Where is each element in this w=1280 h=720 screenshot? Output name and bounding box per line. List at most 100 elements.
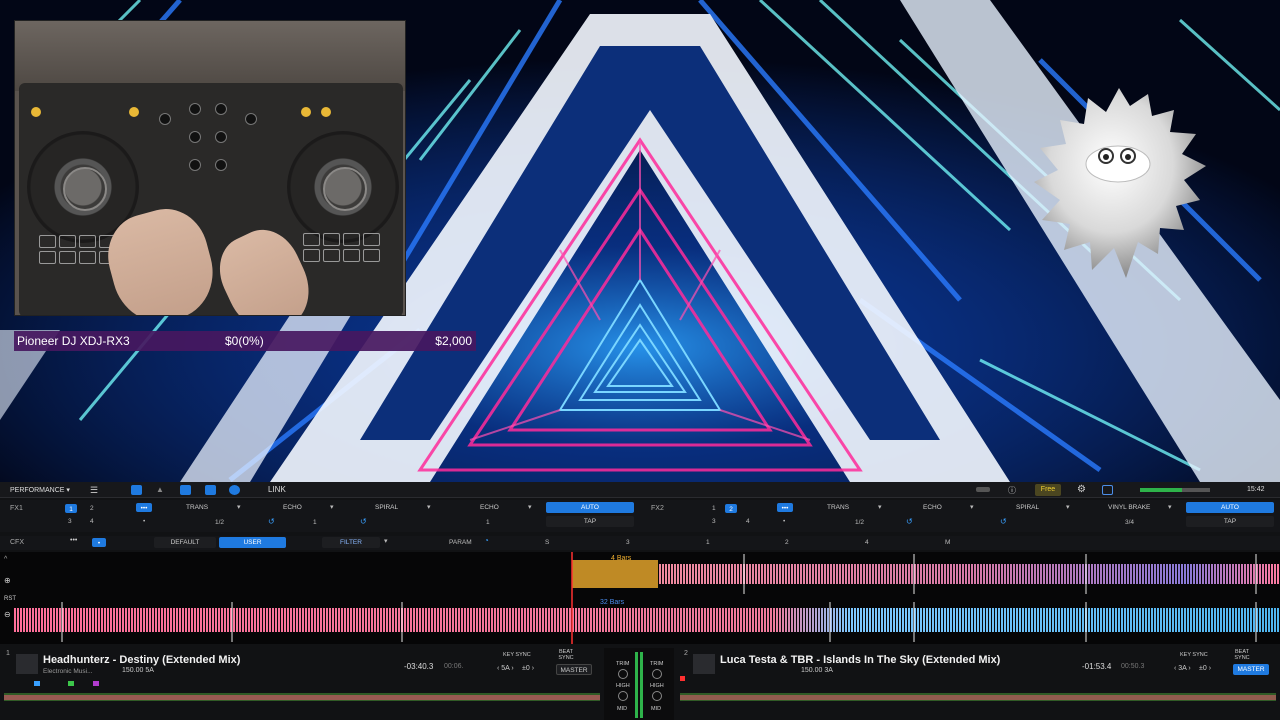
fx1-knob-icon[interactable]: ↺ <box>360 517 367 526</box>
fx1-more-button[interactable]: ••• <box>136 503 152 512</box>
cue-marker-4: 4 <box>865 539 869 546</box>
mixer-view-icon[interactable] <box>205 485 216 495</box>
zoom-in-icon[interactable]: ⊕ <box>4 576 11 585</box>
fx1-knob-icon[interactable]: ↺ <box>268 517 275 526</box>
chevron-down-icon[interactable]: ▾ <box>970 503 974 511</box>
fx2-slot-3[interactable]: SPIRAL <box>1016 504 1039 511</box>
cfx-row: CFX ••• • DEFAULT USER FILTER ▾ PARAM ◔ … <box>0 536 1280 550</box>
channel-1-level-meter <box>635 652 638 718</box>
fx2-beat-effect[interactable]: VINYL BRAKE <box>1108 504 1150 511</box>
fx2-label: FX2 <box>651 505 664 512</box>
deck2-key-value[interactable]: ‹ 3A › <box>1174 665 1191 672</box>
fx1-beat-value[interactable]: 1/2 <box>215 519 224 526</box>
deck2-key-shift[interactable]: ±0 › <box>1199 665 1211 672</box>
deck1-hotcue-b[interactable] <box>68 681 74 686</box>
fx1-slot-2[interactable]: ECHO <box>283 504 302 511</box>
deck1-key-shift[interactable]: ±0 › <box>522 665 534 672</box>
fx2-tap-button[interactable]: TAP <box>1186 516 1274 527</box>
fx1-deck-4[interactable]: 4 <box>90 518 94 525</box>
deck2-master-button[interactable]: MASTER <box>1233 664 1269 675</box>
fx1-slot-3[interactable]: SPIRAL <box>375 504 398 511</box>
fx2-deck-1[interactable]: 1 <box>712 505 716 512</box>
fx2-deck-4[interactable]: 4 <box>746 518 750 525</box>
fx2-beat-value[interactable]: 1/2 <box>855 519 864 526</box>
fx2-deck-2[interactable]: 2 <box>725 504 737 513</box>
deck1-overview-waveform[interactable] <box>4 688 600 702</box>
plan-badge[interactable]: Free <box>1035 484 1061 496</box>
deck1-key-sync-button[interactable]: KEY SYNC <box>503 652 531 658</box>
cfx-toggle[interactable]: • <box>92 538 106 547</box>
link-button[interactable]: LINK <box>268 485 286 494</box>
fx2-deck-3[interactable]: 3 <box>712 518 716 525</box>
fx1-echo-value[interactable]: 1 <box>486 519 490 526</box>
deck2-key-sync-button[interactable]: KEY SYNC <box>1180 652 1208 658</box>
cfx-user-button[interactable]: USER <box>219 537 286 548</box>
donation-goal: $2,000 <box>435 334 472 348</box>
deck1-key-value[interactable]: ‹ 5A › <box>497 665 514 672</box>
high-2-knob[interactable] <box>652 691 662 701</box>
fx1-deck-3[interactable]: 3 <box>68 518 72 525</box>
collapse-icon[interactable]: ^ <box>4 556 7 563</box>
cue-marker-1: 1 <box>706 539 710 546</box>
fx2-knob-icon[interactable]: ↺ <box>906 517 913 526</box>
fx1-deck-2[interactable]: 2 <box>90 505 94 512</box>
cue-marker-3: 3 <box>626 539 630 546</box>
fx2-slot-1[interactable]: TRANS <box>827 504 849 511</box>
mode-select[interactable]: PERFORMANCE ▾ <box>10 486 70 494</box>
fx1-deck-1[interactable]: 1 <box>65 504 77 513</box>
fx1-slot-2-label: ECHO <box>283 504 302 511</box>
chevron-down-icon[interactable]: ▾ <box>878 503 882 511</box>
layout-icon[interactable] <box>131 485 142 495</box>
deck1-hotcue-c[interactable] <box>93 681 99 686</box>
settings-gear-icon[interactable]: ⚙ <box>1077 484 1086 495</box>
chevron-down-icon[interactable]: ▾ <box>384 537 388 545</box>
deck2-overview-waveform[interactable] <box>680 688 1276 702</box>
deck-info-row: 1 Headhunterz - Destiny (Extended Mix) E… <box>0 648 1280 720</box>
fx1-tap-button[interactable]: TAP <box>546 516 634 527</box>
deck1-hotcue-a[interactable] <box>34 681 40 686</box>
deck2-number: 2 <box>684 650 688 657</box>
fx1-beat-effect[interactable]: ECHO <box>480 504 499 511</box>
cfx-default-button[interactable]: DEFAULT <box>154 537 216 548</box>
menu-icon[interactable]: ☰ <box>90 485 98 496</box>
fx1-auto-button[interactable]: AUTO <box>546 502 634 513</box>
fx1-knob-value[interactable]: 1 <box>313 519 317 526</box>
deck2-beat-sync-button[interactable]: BEAT SYNC <box>1233 649 1251 661</box>
cue-marker-2: 2 <box>785 539 789 546</box>
fx2-more-button[interactable]: ••• <box>777 503 793 512</box>
chevron-down-icon[interactable]: ▾ <box>427 503 431 511</box>
fx2-brake-value[interactable]: 3/4 <box>1125 519 1134 526</box>
fx2-auto-button[interactable]: AUTO <box>1186 502 1274 513</box>
fx2-beat-effect-label: VINYL BRAKE <box>1108 504 1151 511</box>
chevron-down-icon[interactable]: ▾ <box>237 503 241 511</box>
deck1-time-remaining: -03:40.3 <box>404 662 434 671</box>
fx2-slot-2[interactable]: ECHO <box>923 504 942 511</box>
loop-region-top <box>572 560 658 588</box>
trim-2-knob[interactable] <box>652 669 662 679</box>
trim-1-label: TRIM <box>616 661 630 667</box>
chevron-down-icon[interactable]: ▾ <box>1066 503 1070 511</box>
mid-2-label: MID <box>651 706 662 712</box>
chevron-down-icon[interactable]: ▾ <box>1168 503 1172 511</box>
cfx-more-button[interactable]: ••• <box>70 537 77 544</box>
chevron-down-icon[interactable]: ▾ <box>330 503 334 511</box>
deck2-key: 3A <box>1178 665 1187 672</box>
screen-icon[interactable] <box>1102 485 1113 495</box>
deck1-master-button[interactable]: MASTER <box>556 664 592 675</box>
cfx-filter-select[interactable]: FILTER <box>322 537 380 548</box>
fx2-knob-icon[interactable]: ↺ <box>1000 517 1007 526</box>
trim-1-knob[interactable] <box>618 669 628 679</box>
fx1-slot-1[interactable]: TRANS <box>186 504 208 511</box>
param-knob-icon[interactable]: ◔ <box>484 536 489 545</box>
lock-icon[interactable]: ▲ <box>156 485 164 494</box>
grid-icon[interactable] <box>180 485 191 495</box>
fx1-dot: • <box>143 518 146 525</box>
deck1-beat-sync-button[interactable]: BEAT SYNC <box>557 649 575 661</box>
zoom-out-icon[interactable]: ⊖ <box>4 610 11 619</box>
chevron-down-icon[interactable]: ▾ <box>528 503 532 511</box>
waveforms[interactable]: 4 Bars 32 Bars <box>14 552 1280 644</box>
channel-2-level-meter <box>640 652 643 718</box>
info-icon[interactable]: ⓘ <box>1008 485 1016 496</box>
high-1-knob[interactable] <box>618 691 628 701</box>
record-icon[interactable] <box>229 485 240 495</box>
